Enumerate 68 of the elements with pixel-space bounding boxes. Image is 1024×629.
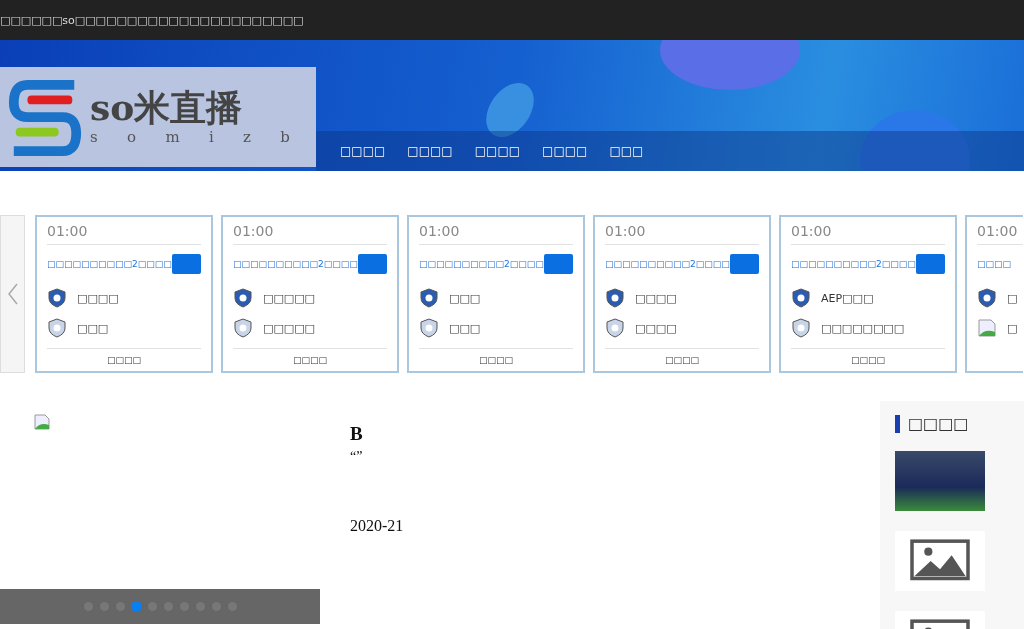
match-status: □□□□: [605, 348, 759, 365]
team-name: □□□□: [77, 291, 119, 305]
team-crest-icon: [233, 288, 253, 308]
league-link[interactable]: □□□□□□□□□□2□□□□: [605, 259, 730, 269]
match-card[interactable]: 01:00 □□□□□□□□□□2□□□□ □□□□ □□□ □□□□: [35, 215, 213, 373]
team-crest-icon: [419, 318, 439, 338]
league-link[interactable]: □□□□□□□□□□2□□□□: [791, 259, 916, 269]
match-time: 01:00: [47, 221, 201, 245]
nav-link[interactable]: □□□□: [542, 144, 588, 158]
nav-link[interactable]: □□□: [609, 144, 644, 158]
team-name: □: [1007, 291, 1018, 305]
no-image-placeholder[interactable]: [895, 531, 985, 591]
match-card[interactable]: 01:00 □□□□ □ □: [965, 215, 1023, 373]
watch-button[interactable]: [729, 254, 759, 274]
match-time: 01:00: [977, 221, 1023, 245]
team-name: □□□□□□□□: [821, 321, 905, 335]
team-crest-icon: [977, 288, 997, 308]
team-name: □□□: [77, 321, 109, 335]
match-status: □□□□: [791, 348, 945, 365]
team-name: □□□: [449, 291, 481, 305]
team-name: □□□□: [635, 291, 677, 305]
team-name: AEP□□□: [821, 291, 874, 305]
team-name: □: [1007, 321, 1018, 335]
team-crest-icon: [791, 318, 811, 338]
match-time: 01:00: [419, 221, 573, 245]
site-logo[interactable]: so米直播 s o m i z b: [0, 67, 316, 167]
watch-button[interactable]: [543, 254, 573, 274]
match-time: 01:00: [233, 221, 387, 245]
team-crest-icon: [47, 288, 67, 308]
match-card[interactable]: 01:00 □□□□□□□□□□2□□□□ □□□ □□□ □□□□: [407, 215, 585, 373]
league-link[interactable]: □□□□: [977, 259, 1011, 269]
team-crest-icon: [605, 288, 625, 308]
photo-placeholder[interactable]: [895, 451, 985, 511]
match-card[interactable]: 01:00 □□□□□□□□□□2□□□□ □□□□□ □□□□□ □□□□: [221, 215, 399, 373]
match-status: □□□□: [233, 348, 387, 365]
nav-link[interactable]: □□□□: [474, 144, 521, 158]
team-crest-icon: [233, 318, 253, 338]
nav-link[interactable]: □□□□: [340, 144, 386, 158]
article-title: B: [350, 423, 364, 445]
match-status: □□□□: [47, 348, 201, 365]
league-link[interactable]: □□□□□□□□□□2□□□□: [47, 259, 172, 269]
broken-image-icon: [977, 318, 997, 338]
team-name: □□□□□: [263, 321, 315, 335]
team-crest-icon: [605, 318, 625, 338]
team-name: □□□□: [635, 321, 677, 335]
team-name: □□□□□: [263, 291, 315, 305]
top-bar-text: □□□□□□so□□□□□□□□□□□□□□□□□□□□□□: [0, 13, 304, 27]
team-crest-icon: [791, 288, 811, 308]
watch-button[interactable]: [357, 254, 387, 274]
match-card[interactable]: 01:00 □□□□□□□□□□2□□□□ AEP□□□ □□□□□□□□ □□□□: [779, 215, 957, 373]
broken-image-icon: [34, 414, 50, 430]
match-status: □□□□: [419, 348, 573, 365]
match-card[interactable]: 01:00 □□□□□□□□□□2□□□□ □□□□ □□□□ □□□□: [593, 215, 771, 373]
chevron-left-icon: [6, 282, 19, 306]
article-quote: “”: [350, 449, 364, 465]
previous-button[interactable]: [0, 215, 25, 373]
match-time: 01:00: [605, 221, 759, 245]
team-crest-icon: [47, 318, 67, 338]
watch-button[interactable]: [915, 254, 945, 274]
sidebar-title: □□□□: [895, 415, 1024, 433]
watch-button[interactable]: [171, 254, 201, 274]
match-time: 01:00: [791, 221, 945, 245]
team-crest-icon: [419, 288, 439, 308]
league-link[interactable]: □□□□□□□□□□2□□□□: [419, 259, 544, 269]
nav-link[interactable]: □□□□: [407, 144, 453, 158]
article-date: 2020-21: [350, 517, 405, 535]
league-link[interactable]: □□□□□□□□□□2□□□□: [233, 259, 358, 269]
team-name: □□□: [449, 321, 481, 335]
